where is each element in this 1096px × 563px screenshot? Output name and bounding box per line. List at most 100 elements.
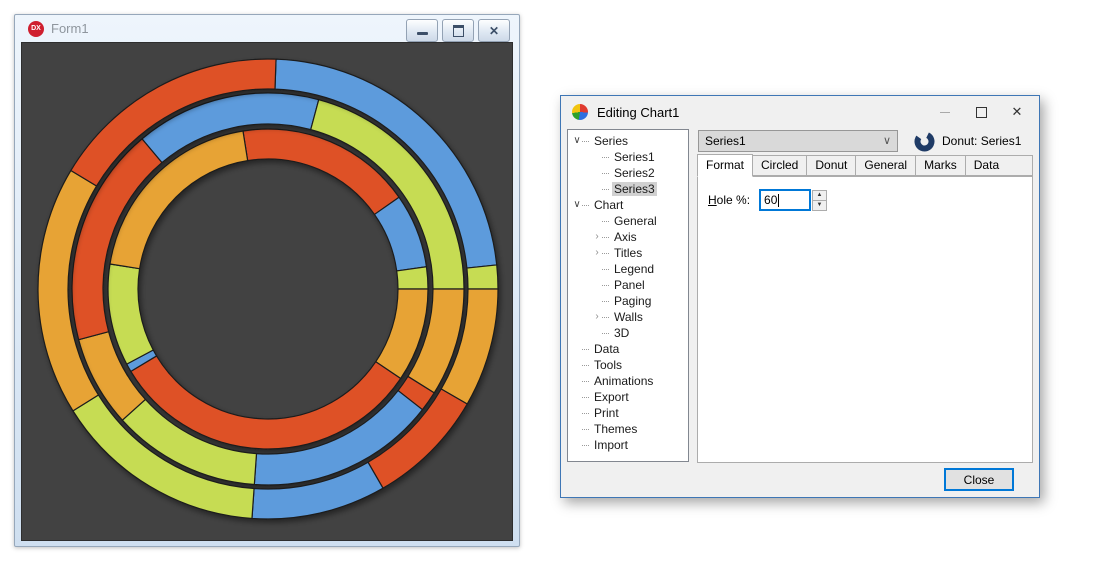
series-selector-combo[interactable]: Series1 ∨ bbox=[698, 130, 898, 152]
tree-item-label: Series3 bbox=[612, 182, 657, 196]
tree-connector bbox=[602, 221, 609, 222]
tree-item-label: Chart bbox=[592, 198, 625, 212]
screenshot-root: DX Form1 ✕ bbox=[0, 0, 1096, 563]
tree-connector bbox=[582, 397, 589, 398]
tree-connector bbox=[602, 301, 609, 302]
series-type-label: Donut: Series1 bbox=[942, 134, 1021, 148]
editing-chart-dialog: Editing Chart1 ✕ ∨ Series Series1 Series2 Se… bbox=[560, 95, 1040, 498]
tree-item-tools[interactable]: Tools bbox=[568, 357, 688, 373]
tree-item-export[interactable]: Export bbox=[568, 389, 688, 405]
dialog-close-button[interactable]: ✕ bbox=[999, 96, 1035, 128]
tree-connector bbox=[582, 205, 589, 206]
form1-close-button[interactable]: ✕ bbox=[478, 19, 510, 42]
hole-percent-spinner: ▲ ▼ bbox=[812, 190, 827, 211]
tree-item-panel[interactable]: Panel bbox=[568, 277, 688, 293]
tree-item-label: Series bbox=[592, 134, 630, 148]
chart-structure-tree: ∨ Series Series1 Series2 Series3 ∨ Chart Genera… bbox=[567, 129, 689, 462]
form1-maximize-button[interactable] bbox=[442, 19, 474, 42]
tree-item-axis[interactable]: › Axis bbox=[568, 229, 688, 245]
chart-editor-icon bbox=[572, 104, 588, 120]
chart-panel bbox=[21, 42, 513, 541]
tree-item-chart[interactable]: ∨ Chart bbox=[568, 197, 688, 213]
donut-series-type-icon bbox=[914, 131, 935, 152]
tree-connector bbox=[582, 445, 589, 446]
donut-segment bbox=[467, 265, 498, 289]
maximize-icon bbox=[976, 107, 987, 118]
tab-donut[interactable]: Donut bbox=[807, 155, 856, 176]
tree-connector bbox=[602, 189, 609, 190]
spin-down-button[interactable]: ▼ bbox=[812, 200, 827, 211]
format-tab-content: Hole %: 60 ▲ ▼ bbox=[697, 176, 1033, 463]
dialog-maximize-button[interactable] bbox=[963, 96, 999, 128]
tree-item-label: Legend bbox=[612, 262, 656, 276]
dialog-titlebar[interactable]: Editing Chart1 ✕ bbox=[561, 96, 1039, 128]
tree-item-themes[interactable]: Themes bbox=[568, 421, 688, 437]
form1-minimize-button[interactable] bbox=[406, 19, 438, 42]
tree-item-series2[interactable]: Series2 bbox=[568, 165, 688, 181]
chevron-collapsed-icon[interactable]: › bbox=[591, 245, 603, 261]
donut-segment bbox=[397, 267, 428, 289]
tree-item-label: Series2 bbox=[612, 166, 657, 180]
tree-item-label: Axis bbox=[612, 230, 639, 244]
tab-circled[interactable]: Circled bbox=[753, 155, 807, 176]
tree-connector bbox=[602, 253, 609, 254]
chevron-expanded-icon[interactable]: ∨ bbox=[571, 133, 583, 149]
tree-item-paging[interactable]: Paging bbox=[568, 293, 688, 309]
tree-connector bbox=[602, 173, 609, 174]
tree-item-label: Import bbox=[592, 438, 630, 452]
tree-item-label: Themes bbox=[592, 422, 639, 436]
text-caret bbox=[778, 194, 779, 207]
tree-connector bbox=[582, 349, 589, 350]
tree-item-label: 3D bbox=[612, 326, 631, 340]
tree-item-walls[interactable]: ›Walls bbox=[568, 309, 688, 325]
chevron-collapsed-icon[interactable]: › bbox=[591, 229, 603, 245]
tree-item-series[interactable]: ∨ Series bbox=[568, 133, 688, 149]
form1-window-title: Form1 bbox=[51, 21, 89, 36]
close-icon: ✕ bbox=[489, 25, 499, 37]
tree-item-data[interactable]: Data bbox=[568, 341, 688, 357]
close-dialog-button[interactable]: Close bbox=[944, 468, 1014, 491]
tree-connector bbox=[582, 365, 589, 366]
tree-connector bbox=[602, 317, 609, 318]
tab-marks[interactable]: Marks bbox=[916, 155, 966, 176]
tree-item-print[interactable]: Print bbox=[568, 405, 688, 421]
tab-data-source[interactable]: Data Source bbox=[966, 155, 1033, 176]
close-icon: ✕ bbox=[1012, 104, 1023, 120]
combo-value: Series1 bbox=[705, 134, 746, 148]
chevron-down-icon: ∨ bbox=[883, 134, 891, 147]
tree-item-label: Panel bbox=[612, 278, 647, 292]
tree-item-titles[interactable]: › Titles bbox=[568, 245, 688, 261]
chevron-collapsed-icon[interactable]: › bbox=[591, 309, 603, 325]
tree-item-label: Data bbox=[592, 342, 621, 356]
tree-item-general[interactable]: General bbox=[568, 213, 688, 229]
tree-connector bbox=[582, 413, 589, 414]
donut-ring-inner bbox=[108, 129, 428, 449]
tree-item-import[interactable]: Import bbox=[568, 437, 688, 453]
tree-item-label: Print bbox=[592, 406, 621, 420]
tree-connector bbox=[582, 429, 589, 430]
tree-item-animations[interactable]: Animations bbox=[568, 373, 688, 389]
tree-item-series1[interactable]: Series1 bbox=[568, 149, 688, 165]
tree-connector bbox=[582, 381, 589, 382]
tree-connector bbox=[602, 157, 609, 158]
tree-item-label: Animations bbox=[592, 374, 655, 388]
hole-percent-input[interactable]: 60 bbox=[759, 189, 811, 211]
minimize-icon bbox=[940, 112, 950, 113]
tree-item-label: Series1 bbox=[612, 150, 657, 164]
tree-item-label: Titles bbox=[612, 246, 644, 260]
dialog-minimize-button[interactable] bbox=[927, 96, 963, 128]
tree-connector bbox=[602, 237, 609, 238]
tree-item-label: Export bbox=[592, 390, 631, 404]
tree-item-series3[interactable]: Series3 bbox=[568, 181, 688, 197]
donut-chart bbox=[22, 43, 512, 540]
tree-connector bbox=[602, 333, 609, 334]
tree-item-label: Tools bbox=[592, 358, 624, 372]
tab-format[interactable]: Format bbox=[697, 154, 753, 177]
chevron-expanded-icon[interactable]: ∨ bbox=[571, 197, 583, 213]
tree-item-3d[interactable]: 3D bbox=[568, 325, 688, 341]
tab-general[interactable]: General bbox=[856, 155, 916, 176]
tree-item-label: General bbox=[612, 214, 659, 228]
tree-item-legend[interactable]: Legend bbox=[568, 261, 688, 277]
series-tabs: FormatCircledDonutGeneralMarksData Sourc… bbox=[697, 155, 1033, 176]
form1-titlebar[interactable]: DX Form1 ✕ bbox=[15, 15, 519, 42]
